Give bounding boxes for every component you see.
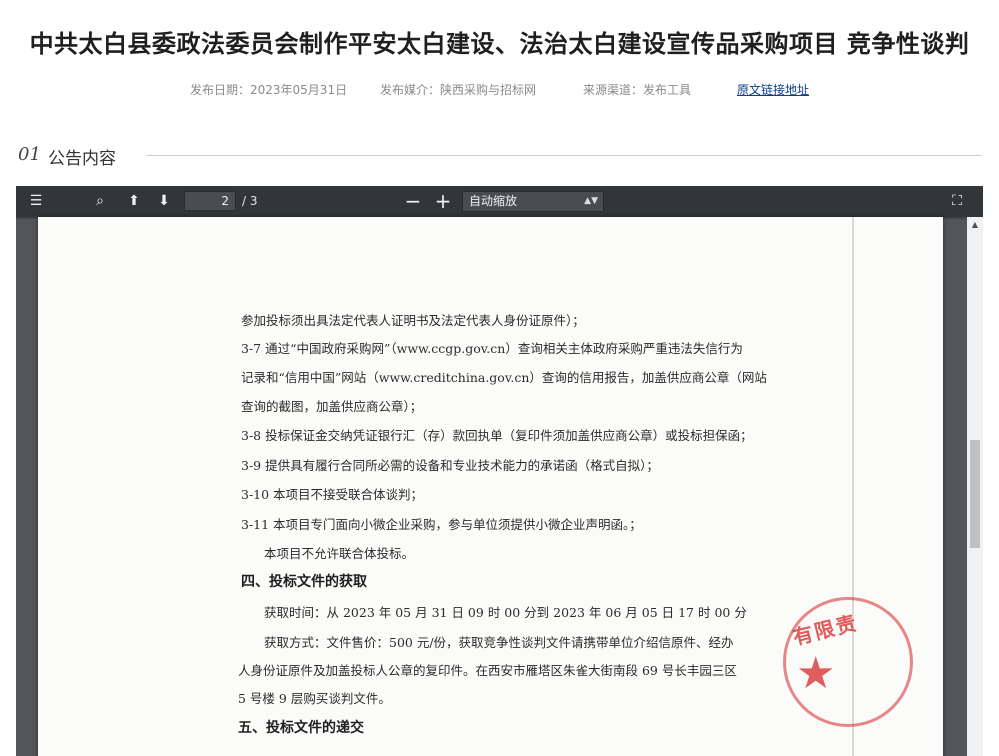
document-line: 查询的截图，加盖供应商公章）；: [241, 399, 423, 414]
document-page: 参加投标须出具法定代表人证明书及法定代表人身份证原件）； 3-7 通过“中国政府采…: [38, 217, 943, 756]
zoom-value: 自动缩放: [469, 194, 518, 208]
seal-star-icon: ★: [796, 648, 836, 699]
document-line: 人身份证原件及加盖投标人公章的复印件。在西安市雁塔区朱雀大街南段 69 号长丰园…: [238, 663, 737, 678]
document-line: 参加投标须出具法定代表人证明书及法定代表人身份证原件）；: [241, 313, 585, 328]
publish-media: 发布媒介：陕西采购与招标网: [380, 83, 537, 97]
publish-date: 发布日期：2023年05月31日: [190, 83, 348, 97]
previous-page-icon[interactable]: ⬆: [122, 190, 146, 212]
zoom-out-icon[interactable]: −: [401, 190, 425, 212]
fullscreen-icon[interactable]: ⛶: [945, 190, 969, 212]
next-page-icon[interactable]: ⬇: [152, 190, 176, 212]
zoom-select[interactable]: 自动缩放 ▲▼: [462, 191, 604, 212]
document-line: 3-9 提供具有履行合同所必需的设备和专业技术能力的承诺函（格式自拟）；: [241, 458, 659, 473]
document-line: 5 号楼 9 层购买谈判文件。: [238, 691, 391, 706]
document-line: 记录和“信用中国”网站（www.creditchina.gov.cn）查询的信用…: [241, 370, 767, 385]
sidebar-toggle-icon[interactable]: ☰: [24, 190, 48, 212]
document-line: 3-7 通过“中国政府采购网”（www.ccgp.gov.cn）查询相关主体政府…: [241, 341, 743, 356]
page-number-input[interactable]: 2: [184, 191, 236, 211]
page-title: 中共太白县委政法委员会制作平安太白建设、法治太白建设宣传品采购项目 竞争性谈判: [29, 30, 970, 58]
pdf-viewer: ☰ ⌕ ⬆ ⬇ 2 / 3 − + 自动缩放 ▲▼ ⛶ 参加投标须出具法定代表人…: [16, 186, 983, 756]
source-channel: 来源渠道：发布工具: [583, 83, 692, 97]
document-line: 3-10 本项目不接受联合体谈判；: [241, 487, 424, 502]
vertical-scrollbar[interactable]: ▲: [967, 217, 983, 756]
section-header: 01 公告内容: [18, 141, 982, 171]
section-number: 01: [18, 144, 41, 165]
chevron-updown-icon: ▲▼: [584, 196, 598, 206]
page-total: / 3: [242, 194, 258, 208]
search-icon[interactable]: ⌕: [88, 190, 112, 212]
pdf-toolbar: ☰ ⌕ ⬆ ⬇ 2 / 3 − + 自动缩放 ▲▼ ⛶: [16, 186, 983, 217]
meta-row: 发布日期：2023年05月31日 发布媒介：陕西采购与招标网 来源渠道：发布工具…: [0, 81, 999, 97]
section-label: 公告内容: [48, 149, 116, 169]
scrollbar-thumb[interactable]: [970, 440, 980, 548]
source-link[interactable]: 原文链接地址: [737, 81, 809, 98]
document-line: 获取时间：从 2023 年 05 月 31 日 09 时 00 分到 2023 …: [264, 605, 747, 620]
scroll-up-arrow-icon[interactable]: ▲: [967, 217, 983, 233]
document-line: 本项目不允许联合体投标。: [264, 546, 415, 561]
document-line: 获取方式：文件售价：500 元/份，获取竞争性谈判文件请携带单位介绍信原件、经办: [264, 635, 734, 650]
company-seal: 有限责 ★: [783, 597, 913, 727]
document-line: 3-11 本项目专门面向小微企业采购，参与单位须提供小微企业声明函。；: [241, 517, 642, 532]
document-line: 3-8 投标保证金交纳凭证银行汇（存）款回执单（复印件须加盖供应商公章）或投标担…: [241, 428, 753, 443]
document-heading: 五、投标文件的递交: [238, 720, 364, 736]
section-divider: [146, 155, 982, 156]
document-heading: 四、投标文件的获取: [241, 574, 367, 590]
zoom-in-icon[interactable]: +: [431, 190, 455, 212]
